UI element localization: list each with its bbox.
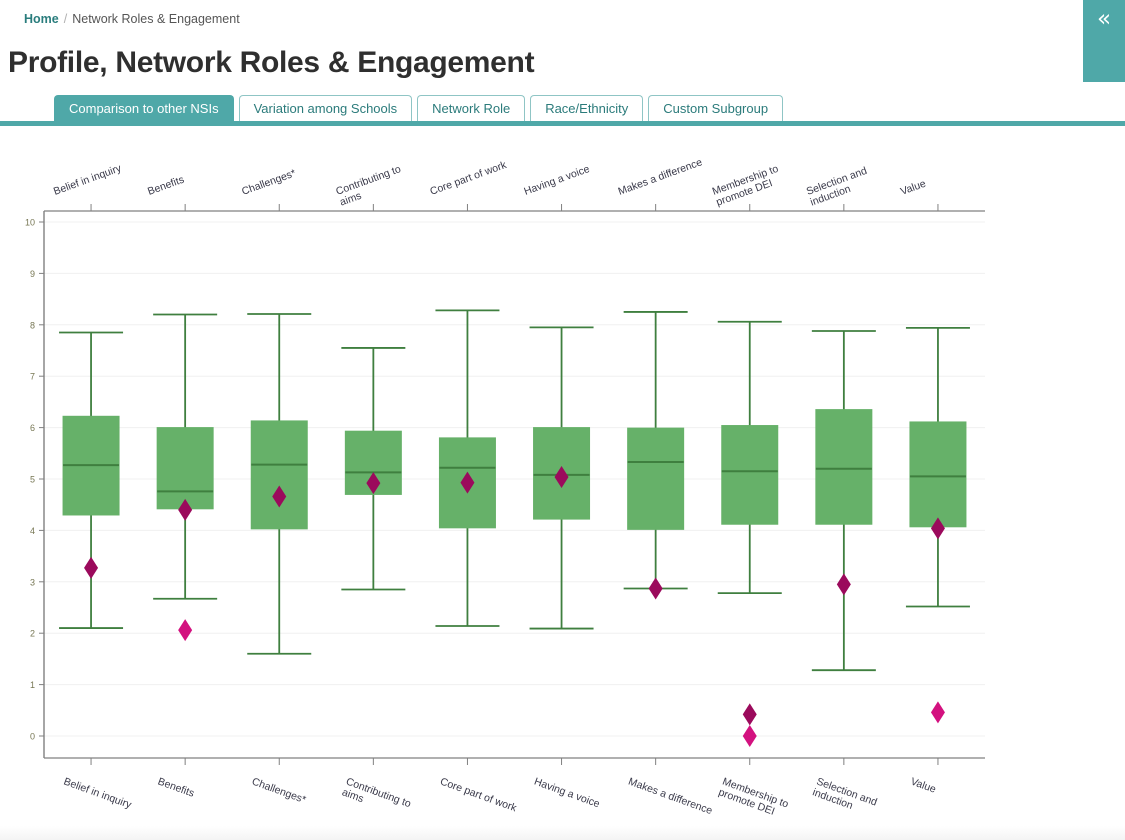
- box-iqr: [721, 424, 779, 525]
- category-label-top-2: Challenges*: [240, 167, 297, 198]
- y-tick-label: 10: [25, 217, 35, 227]
- breadcrumb: Home / Network Roles & Engagement: [0, 0, 1125, 26]
- y-tick-label: 9: [30, 268, 35, 278]
- category-label-bottom-7: Membership topromote DEI: [717, 775, 790, 817]
- tab-label: Comparison to other NSIs: [69, 100, 219, 116]
- category-label-text: Belief in inquiry: [62, 775, 134, 811]
- category-label-text: Makes a difference: [627, 775, 714, 817]
- breadcrumb-home-link[interactable]: Home: [24, 12, 59, 26]
- category-label-top-8: Selection andinduction: [805, 164, 869, 208]
- box-iqr: [250, 419, 308, 529]
- category-label-text: Benefits: [156, 775, 196, 799]
- category-label-bottom-2: Challenges*: [250, 775, 307, 806]
- tab-variation-among-schools[interactable]: Variation among Schools: [238, 94, 413, 121]
- marker-diamond: [742, 724, 757, 747]
- marker-diamond: [84, 556, 99, 579]
- page-bottom-fade: [0, 826, 1125, 840]
- x-tick-marks: [90, 203, 939, 765]
- y-tick-label: 5: [30, 474, 35, 484]
- marker-diamond: [648, 576, 663, 599]
- marker-diamond: [836, 572, 851, 595]
- page-title: Profile, Network Roles & Engagement: [8, 45, 535, 79]
- tab-custom-subgroup[interactable]: Custom Subgroup: [648, 94, 784, 121]
- tab-label: Race/Ethnicity: [545, 100, 629, 116]
- category-label-top-9: Value: [899, 177, 928, 197]
- category-label-bottom-6: Makes a difference: [627, 775, 714, 817]
- boxplot-chart: 0 1 2 3 4 5 6 7 8 9 10 Belief in inquiry Belief in i…: [0, 125, 1125, 840]
- category-label-bottom-4: Core part of work: [438, 775, 518, 814]
- category-label-text: Belief in inquiry: [52, 161, 124, 197]
- category-label-bottom-3: Contributing toaims: [340, 775, 412, 810]
- y-tick-label: 0: [30, 731, 35, 741]
- y-tick-label: 3: [30, 577, 35, 587]
- boxplot-4: [435, 309, 500, 627]
- box-iqr: [909, 420, 967, 527]
- tab-comparison-to-other-nsis[interactable]: Comparison to other NSIs: [54, 94, 234, 121]
- category-label-text: Value: [909, 775, 938, 795]
- y-tick-label: 6: [30, 423, 35, 433]
- boxplot-5: [529, 325, 594, 629]
- boxplot-7: [717, 320, 782, 747]
- category-label-text: Challenges*: [250, 775, 307, 806]
- category-label-top-6: Makes a difference: [617, 156, 704, 198]
- category-label-bottom-1: Benefits: [156, 775, 196, 799]
- boxplot-6: [623, 310, 688, 599]
- category-label-text: Core part of work: [428, 158, 508, 197]
- category-label-bottom-9: Value: [909, 775, 938, 795]
- category-label-text: Having a voice: [533, 775, 602, 810]
- category-label-top-5: Having a voice: [522, 162, 591, 197]
- tab-network-role[interactable]: Network Role: [417, 94, 526, 121]
- boxplot-2: [247, 312, 312, 655]
- category-label-bottom-8: Selection andinduction: [811, 775, 879, 812]
- box-iqr: [156, 426, 214, 509]
- category-label-text: Value: [899, 177, 928, 197]
- breadcrumb-separator: /: [63, 12, 68, 26]
- category-label-text: Contributing to: [334, 163, 402, 198]
- category-label-text: Core part of work: [438, 775, 518, 814]
- boxplot-1: [153, 313, 218, 641]
- box-iqr: [627, 427, 685, 530]
- y-tick-label: 7: [30, 371, 35, 381]
- category-label-bottom-0: Belief in inquiry: [62, 775, 134, 811]
- tab-bar: Comparison to other NSIs Variation among …: [0, 91, 1125, 121]
- category-label-text: Benefits: [146, 173, 186, 197]
- y-tick-label: 4: [30, 525, 35, 535]
- tab-label: Custom Subgroup: [663, 100, 769, 116]
- category-label-text: Makes a difference: [617, 156, 704, 198]
- category-label-text: Having a voice: [522, 162, 591, 197]
- category-label-text: Challenges*: [240, 167, 297, 198]
- y-tick-label: 8: [30, 320, 35, 330]
- y-tick-label: 2: [30, 628, 35, 638]
- marker-diamond: [930, 700, 945, 723]
- tab-label: Network Role: [432, 100, 511, 116]
- double-chevron-left-icon: «: [1096, 6, 1112, 32]
- breadcrumb-current: Network Roles & Engagement: [72, 12, 240, 26]
- category-label-top-3: Contributing toaims: [334, 163, 402, 208]
- marker-diamond: [178, 618, 193, 641]
- boxplot-svg: 0 1 2 3 4 5 6 7 8 9 10 Belief in inquiry Belief in i…: [25, 156, 985, 817]
- category-label-top-0: Belief in inquiry: [52, 161, 124, 197]
- category-label-top-4: Core part of work: [428, 158, 508, 197]
- y-tick-label: 1: [30, 680, 35, 690]
- category-label-top-1: Benefits: [146, 173, 186, 197]
- boxplot-9: [905, 326, 970, 723]
- boxplot-0: [59, 331, 124, 629]
- category-label-top-7: Membership topromote DEI: [711, 162, 781, 208]
- collapse-sidebar-handle[interactable]: «: [1083, 0, 1125, 82]
- boxplot-3: [341, 346, 406, 590]
- box-iqr: [815, 408, 873, 525]
- tab-race-ethnicity[interactable]: Race/Ethnicity: [530, 94, 644, 121]
- boxplot-8: [811, 329, 876, 671]
- category-label-bottom-5: Having a voice: [533, 775, 602, 810]
- marker-diamond: [742, 702, 757, 725]
- tab-label: Variation among Schools: [253, 100, 398, 116]
